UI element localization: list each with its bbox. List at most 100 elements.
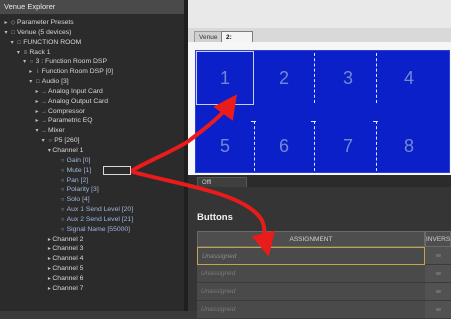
tree-item[interactable]: ▸ →Analog Output Card bbox=[0, 97, 184, 107]
venue-tree: ▸ ◇ Parameter Presets ▾ □ Venue (5 devices) ▾ □… bbox=[0, 18, 184, 294]
panel-button-5[interactable]: 5 bbox=[214, 135, 236, 157]
tab-blu-10[interactable]: 2: BLU-10 bbox=[221, 31, 253, 63]
tree-item[interactable]: ▾ ○ 3 : Function Room DSP bbox=[0, 57, 184, 67]
tree-item[interactable]: ○ Polarity [3] bbox=[0, 185, 184, 195]
tree-item[interactable]: ▸ ◇ Parameter Presets bbox=[0, 18, 184, 28]
panel-divider bbox=[376, 53, 377, 103]
column-inverse[interactable]: INVERS bbox=[425, 231, 451, 247]
tree-item-label: Analog Output Card bbox=[48, 97, 109, 105]
panel-button-7[interactable]: 7 bbox=[337, 135, 359, 157]
tree-item-label: 3 : Function Room DSP bbox=[35, 58, 107, 66]
panel-button-3[interactable]: 3 bbox=[337, 67, 359, 89]
tree-item-label: Channel 2 bbox=[52, 235, 84, 243]
selected-item-outline bbox=[103, 166, 131, 175]
table-row[interactable]: Unassigned bbox=[197, 283, 451, 301]
tree-item[interactable]: ▸ Channel 5 bbox=[0, 264, 184, 274]
toolbar-area bbox=[188, 0, 451, 28]
panel-button-1[interactable]: 1 bbox=[214, 67, 236, 89]
tree-item-label: Gain [0] bbox=[66, 156, 91, 164]
inverse-cell[interactable] bbox=[425, 301, 451, 319]
panel-button-8[interactable]: 8 bbox=[398, 135, 420, 157]
assignment-cell[interactable]: Unassigned bbox=[197, 301, 425, 319]
tree-item-label: Channel 4 bbox=[52, 255, 84, 263]
panel-button-2[interactable]: 2 bbox=[273, 67, 295, 89]
tree-item[interactable]: ▾ Channel 1 bbox=[0, 146, 184, 156]
tab-venue[interactable]: Venue bbox=[194, 31, 222, 42]
inverse-toggle-icon[interactable] bbox=[436, 290, 441, 293]
tree-item[interactable]: ▾ ○ P5 [260] bbox=[0, 136, 184, 146]
tab-offline[interactable]: Offl bbox=[197, 177, 247, 187]
tree-item-label: Channel 1 bbox=[52, 146, 84, 154]
tree-item-label: Parameter Presets bbox=[17, 19, 74, 26]
inverse-toggle-icon[interactable] bbox=[436, 272, 441, 275]
tree-item-label: Parametric EQ bbox=[48, 117, 93, 125]
tree-item[interactable]: ▸ →Parametric EQ bbox=[0, 116, 184, 126]
buttons-section-title: Buttons bbox=[197, 212, 233, 223]
tree-item[interactable]: ▸ i Function Room DSP [0] bbox=[0, 67, 184, 77]
tree-item-label: Analog Input Card bbox=[48, 87, 103, 95]
table-row[interactable]: Unassigned bbox=[197, 301, 451, 319]
assignment-cell[interactable]: Unassigned bbox=[197, 283, 425, 301]
inverse-cell[interactable] bbox=[425, 265, 451, 283]
tree-item-label: Signal Name [55000] bbox=[66, 225, 131, 233]
tree-item[interactable]: ○ Mute [1] bbox=[0, 166, 184, 176]
tree-item[interactable]: ○ Signal Name [55000] bbox=[0, 225, 184, 235]
panel-title: Venue Explorer bbox=[0, 0, 184, 14]
tree-item[interactable]: ▸ Channel 6 bbox=[0, 274, 184, 284]
panel-divider bbox=[311, 121, 316, 122]
tree-item-label: Mixer bbox=[48, 127, 65, 135]
tree-item[interactable]: ▸ Channel 3 bbox=[0, 244, 184, 254]
tree-item[interactable]: ▾ □ FUNCTION ROOM bbox=[0, 38, 184, 48]
tree-item-label: Channel 6 bbox=[52, 274, 84, 282]
panel-divider bbox=[373, 121, 378, 122]
tree-item[interactable]: ▸ Channel 7 bbox=[0, 284, 184, 294]
tree-item-label: Compressor bbox=[48, 107, 86, 115]
inverse-cell[interactable] bbox=[425, 247, 451, 265]
tree-item[interactable]: ▸ Channel 2 bbox=[0, 235, 184, 245]
tree-item[interactable]: ▾ □ Audio [3] bbox=[0, 77, 184, 87]
venue-explorer-panel: Venue Explorer ▸ ◇ Parameter Presets ▾ □ Venu… bbox=[0, 0, 184, 311]
tree-item-label: Pan [2] bbox=[66, 176, 89, 184]
tree-item-label: Aux 2 Send Level [21] bbox=[66, 215, 134, 223]
tree-item-label: P5 [260] bbox=[54, 137, 80, 145]
tree-item[interactable]: ○ Aux 1 Send Level [20] bbox=[0, 205, 184, 215]
tree-item-label: Polarity [3] bbox=[66, 186, 99, 194]
tree-item[interactable]: ▾ □ Venue (5 devices) bbox=[0, 28, 184, 38]
tree-item[interactable]: ▾ ≡ Rack 1 bbox=[0, 48, 184, 58]
assignment-table-header: ASSIGNMENT INVERS bbox=[197, 231, 451, 247]
panel-divider bbox=[254, 121, 255, 171]
tree-item-label: Venue (5 devices) bbox=[17, 28, 72, 36]
tree-item[interactable]: ▸ Channel 4 bbox=[0, 254, 184, 264]
tree-item-label: Channel 5 bbox=[52, 265, 84, 273]
panel-divider bbox=[314, 121, 315, 171]
panel-divider bbox=[376, 121, 377, 171]
inverse-toggle-icon[interactable] bbox=[436, 254, 441, 257]
assignment-cell[interactable]: Unassigned bbox=[197, 265, 425, 283]
inverse-cell[interactable] bbox=[425, 283, 451, 301]
panel-button-6[interactable]: 6 bbox=[273, 135, 295, 157]
tree-item[interactable]: ○ Aux 2 Send Level [21] bbox=[0, 215, 184, 225]
blu10-button-panel: 1 2 3 4 5 6 7 8 bbox=[195, 50, 450, 173]
tree-item-label: Rack 1 bbox=[29, 48, 51, 56]
panel-divider bbox=[251, 121, 256, 122]
table-row[interactable]: Unassigned bbox=[197, 247, 451, 265]
tree-item[interactable]: ○ Solo [4] bbox=[0, 195, 184, 205]
tree-item[interactable]: ▸ →Analog Input Card bbox=[0, 87, 184, 97]
tree-item-label: Aux 1 Send Level [20] bbox=[66, 206, 134, 214]
tree-item-label: Channel 3 bbox=[52, 245, 84, 253]
tree-item-label: FUNCTION ROOM bbox=[23, 38, 82, 46]
tree-item[interactable]: ▾ →Mixer bbox=[0, 126, 184, 136]
table-row[interactable]: Unassigned bbox=[197, 265, 451, 283]
tree-item[interactable]: ○ Gain [0] bbox=[0, 156, 184, 166]
tree-item-label: Audio [3] bbox=[41, 78, 69, 86]
tree-item-label: Solo [4] bbox=[66, 196, 90, 204]
panel-divider bbox=[314, 53, 315, 103]
column-assignment[interactable]: ASSIGNMENT bbox=[197, 231, 425, 247]
tree-item[interactable]: ○ Pan [2] bbox=[0, 176, 184, 186]
tree-item[interactable]: ▸ →Compressor bbox=[0, 107, 184, 117]
workspace-tabs: Venue 2: BLU-10 bbox=[188, 28, 451, 63]
assignment-cell[interactable]: Unassigned bbox=[197, 247, 425, 265]
tree-item-label: Channel 7 bbox=[52, 284, 84, 292]
panel-button-4[interactable]: 4 bbox=[398, 67, 420, 89]
tree-item-label: Mute [1] bbox=[66, 166, 92, 174]
